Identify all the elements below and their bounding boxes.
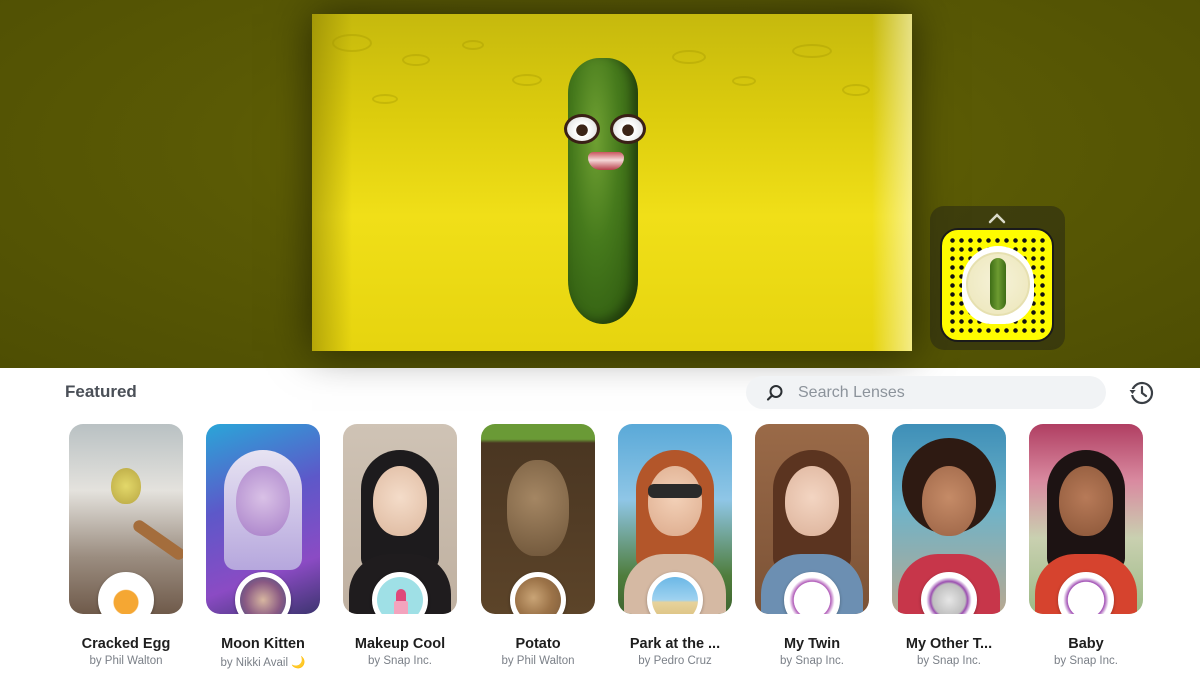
lens-author: by Phil Walton	[501, 655, 575, 667]
lens-name: Baby	[1068, 636, 1104, 652]
lens-name: Potato	[515, 636, 561, 652]
lens-preview-face	[922, 466, 976, 536]
lens-card-park-at-the[interactable]: Park at the ... by Pedro Cruz	[618, 424, 732, 667]
lens-preview-frame[interactable]	[312, 14, 912, 351]
lens-thumbnail	[618, 424, 732, 614]
lens-preview-area	[0, 0, 1200, 368]
sunglasses	[648, 484, 702, 498]
bubble	[332, 34, 372, 52]
lens-thumbnail	[206, 424, 320, 614]
lens-preview-face	[1059, 466, 1113, 536]
lens-card-potato[interactable]: Potato by Phil Walton	[481, 424, 595, 667]
search-icon	[766, 385, 783, 401]
lens-author: by Phil Walton	[89, 655, 163, 667]
featured-heading: Featured	[65, 382, 137, 401]
lens-author: by Snap Inc.	[1054, 655, 1118, 667]
pickle-character	[568, 58, 638, 324]
pickle-right-eye	[610, 114, 646, 144]
chevron-up-icon[interactable]	[987, 212, 1007, 224]
pickle-mouth	[588, 152, 624, 170]
moon-kitten-icon	[235, 572, 291, 614]
lens-preview-face	[648, 466, 702, 536]
lens-name: My Other T...	[905, 636, 993, 652]
lens-thumbnail	[69, 424, 183, 614]
preview-vignette	[872, 14, 912, 351]
lens-card-my-twin[interactable]: My Twin by Snap Inc.	[755, 424, 869, 667]
search-bar[interactable]	[746, 376, 1106, 409]
bubble	[792, 44, 832, 58]
lens-thumbnail	[481, 424, 595, 614]
lens-name: Makeup Cool	[354, 636, 446, 652]
lens-thumbnail	[343, 424, 457, 614]
lens-card-cracked-egg[interactable]: Cracked Egg by Phil Walton	[69, 424, 183, 667]
lens-author: by Nikki Avail 🌙	[220, 657, 306, 669]
search-input[interactable]	[798, 376, 1088, 409]
lens-author: by Snap Inc.	[917, 655, 981, 667]
lens-preview-face	[373, 466, 427, 536]
featured-lens-list: Cracked Egg by Phil Walton Moon Kitten b…	[0, 424, 1200, 674]
lens-author: by Pedro Cruz	[638, 655, 712, 667]
lens-preview-face	[111, 468, 141, 504]
bubble	[732, 76, 756, 86]
lens-thumbnail	[755, 424, 869, 614]
lens-thumbnail	[892, 424, 1006, 614]
lens-card-moon-kitten[interactable]: Moon Kitten by Nikki Avail 🌙	[206, 424, 320, 669]
lens-card-baby[interactable]: Baby by Snap Inc.	[1029, 424, 1143, 667]
lens-name: Moon Kitten	[221, 636, 305, 652]
lens-card-my-other-t[interactable]: My Other T... by Snap Inc.	[892, 424, 1006, 667]
potato-icon	[510, 572, 566, 614]
preview-vignette	[312, 14, 352, 351]
history-icon[interactable]	[1127, 378, 1157, 408]
lens-author: by Snap Inc.	[780, 655, 844, 667]
lens-name: My Twin	[783, 636, 841, 652]
bubble	[512, 74, 542, 86]
bubble	[462, 40, 484, 50]
lens-preview-face	[785, 466, 839, 536]
lens-preview-face	[236, 466, 290, 536]
snapcode	[940, 228, 1054, 342]
rolling-pin	[130, 517, 183, 563]
lens-preview-face	[507, 460, 569, 556]
lens-name: Cracked Egg	[81, 636, 171, 652]
lens-card-makeup-cool[interactable]: Makeup Cool by Snap Inc.	[343, 424, 457, 667]
bubble	[672, 50, 706, 64]
lens-thumbnail	[1029, 424, 1143, 614]
snapcode-panel[interactable]	[930, 206, 1065, 350]
bubble	[372, 94, 398, 104]
pickle-left-eye	[564, 114, 600, 144]
egg-icon	[98, 572, 154, 614]
lens-author: by Snap Inc.	[368, 655, 432, 667]
bubble	[842, 84, 870, 96]
lens-name: Park at the ...	[629, 636, 721, 652]
bubble	[402, 54, 430, 66]
pickle-icon	[990, 258, 1006, 310]
